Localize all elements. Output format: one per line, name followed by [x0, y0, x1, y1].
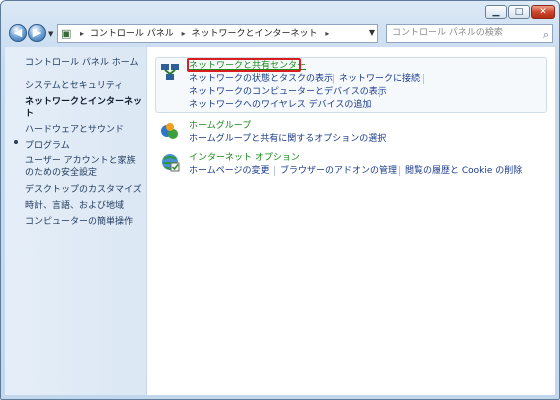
sidebar-item-clock-language[interactable]: 時計、言語、および地域	[25, 200, 143, 212]
search-icon[interactable]: ⌕	[543, 26, 549, 43]
sidebar-item-programs[interactable]: プログラム	[25, 140, 143, 152]
homegroup-icon	[161, 123, 178, 139]
minimize-button[interactable]: ▁	[485, 5, 507, 19]
control-panel-window: ▁ □ ✕ ◀ ▶ ▼ ▣ ▸ コントロール パネル ▸ ネットワークとインター…	[0, 0, 560, 400]
forward-button[interactable]: ▶	[28, 24, 46, 42]
navigation-bar: ◀ ▶ ▼ ▣ ▸ コントロール パネル ▸ ネットワークとインターネット ▸ …	[1, 23, 559, 45]
link-connect-network[interactable]: ネットワークに接続	[339, 73, 420, 85]
sidebar: コントロール パネル ホーム システムとセキュリティ ネットワークとインターネッ…	[5, 47, 146, 395]
current-item-bullet	[14, 140, 18, 144]
sidebar-item-user-accounts[interactable]: ユーザー アカウントと家族のための安全設定	[25, 155, 143, 179]
address-dropdown-icon[interactable]: ▼	[369, 28, 375, 37]
sidebar-item-desktop[interactable]: デスクトップのカスタマイズ	[25, 184, 143, 196]
link-separator	[399, 166, 400, 176]
link-separator	[423, 74, 424, 84]
sidebar-item-ease-of-access[interactable]: コンピューターの簡単操作	[25, 216, 143, 228]
breadcrumb-item-control-panel[interactable]: コントロール パネル	[90, 29, 174, 39]
breadcrumb: ▸ コントロール パネル ▸ ネットワークとインターネット ▸	[78, 27, 332, 41]
highlight-box	[187, 58, 301, 72]
sidebar-item-hardware-sound[interactable]: ハードウェアとサウンド	[25, 124, 143, 136]
category-homegroup[interactable]: ホームグループ	[189, 120, 251, 132]
control-panel-icon: ▣	[61, 27, 72, 40]
category-internet-options[interactable]: インターネット オプション	[189, 152, 300, 164]
breadcrumb-item-network[interactable]: ネットワークとインターネット	[192, 29, 318, 39]
breadcrumb-separator-icon[interactable]: ▸	[325, 29, 329, 38]
link-delete-history[interactable]: 閲覧の履歴と Cookie の削除	[405, 165, 522, 177]
link-manage-addons[interactable]: ブラウザーのアドオンの管理	[280, 165, 397, 177]
back-button[interactable]: ◀	[9, 24, 27, 42]
internet-options-icon	[162, 154, 180, 172]
link-separator	[274, 166, 275, 176]
breadcrumb-separator-icon[interactable]: ▸	[182, 29, 186, 38]
sidebar-item-network[interactable]: ネットワークとインターネット	[25, 96, 143, 120]
recent-pages-dropdown[interactable]: ▼	[48, 30, 53, 38]
sidebar-item-home[interactable]: コントロール パネル ホーム	[25, 57, 143, 69]
sidebar-item-system-security[interactable]: システムとセキュリティ	[25, 80, 143, 92]
link-separator	[333, 74, 334, 84]
network-sharing-icon	[161, 64, 179, 80]
forward-arrow-icon: ▶	[32, 26, 42, 39]
link-add-wireless-device[interactable]: ネットワークへのワイヤレス デバイスの追加	[189, 99, 371, 111]
link-network-status[interactable]: ネットワークの状態とタスクの表示	[189, 73, 333, 85]
address-bar[interactable]: ▣ ▸ コントロール パネル ▸ ネットワークとインターネット ▸ ▼	[57, 24, 378, 43]
breadcrumb-separator-icon[interactable]: ▸	[80, 29, 84, 38]
link-change-homepage[interactable]: ホームページの変更	[189, 165, 270, 177]
link-homegroup-options[interactable]: ホームグループと共有に関するオプションの選択	[189, 133, 386, 145]
search-input[interactable]: コントロール パネルの検索 ⌕	[386, 24, 553, 43]
link-separator	[379, 87, 380, 97]
search-placeholder: コントロール パネルの検索	[392, 28, 503, 38]
main-content: ネットワークと共有センター ネットワークの状態とタスクの表示 ネットワークに接続…	[147, 47, 555, 395]
close-button[interactable]: ✕	[531, 5, 555, 19]
maximize-button[interactable]: □	[508, 5, 530, 19]
back-arrow-icon: ◀	[13, 26, 23, 39]
title-bar: ▁ □ ✕	[1, 1, 559, 19]
link-network-computers[interactable]: ネットワークのコンピューターとデバイスの表示	[189, 86, 387, 98]
